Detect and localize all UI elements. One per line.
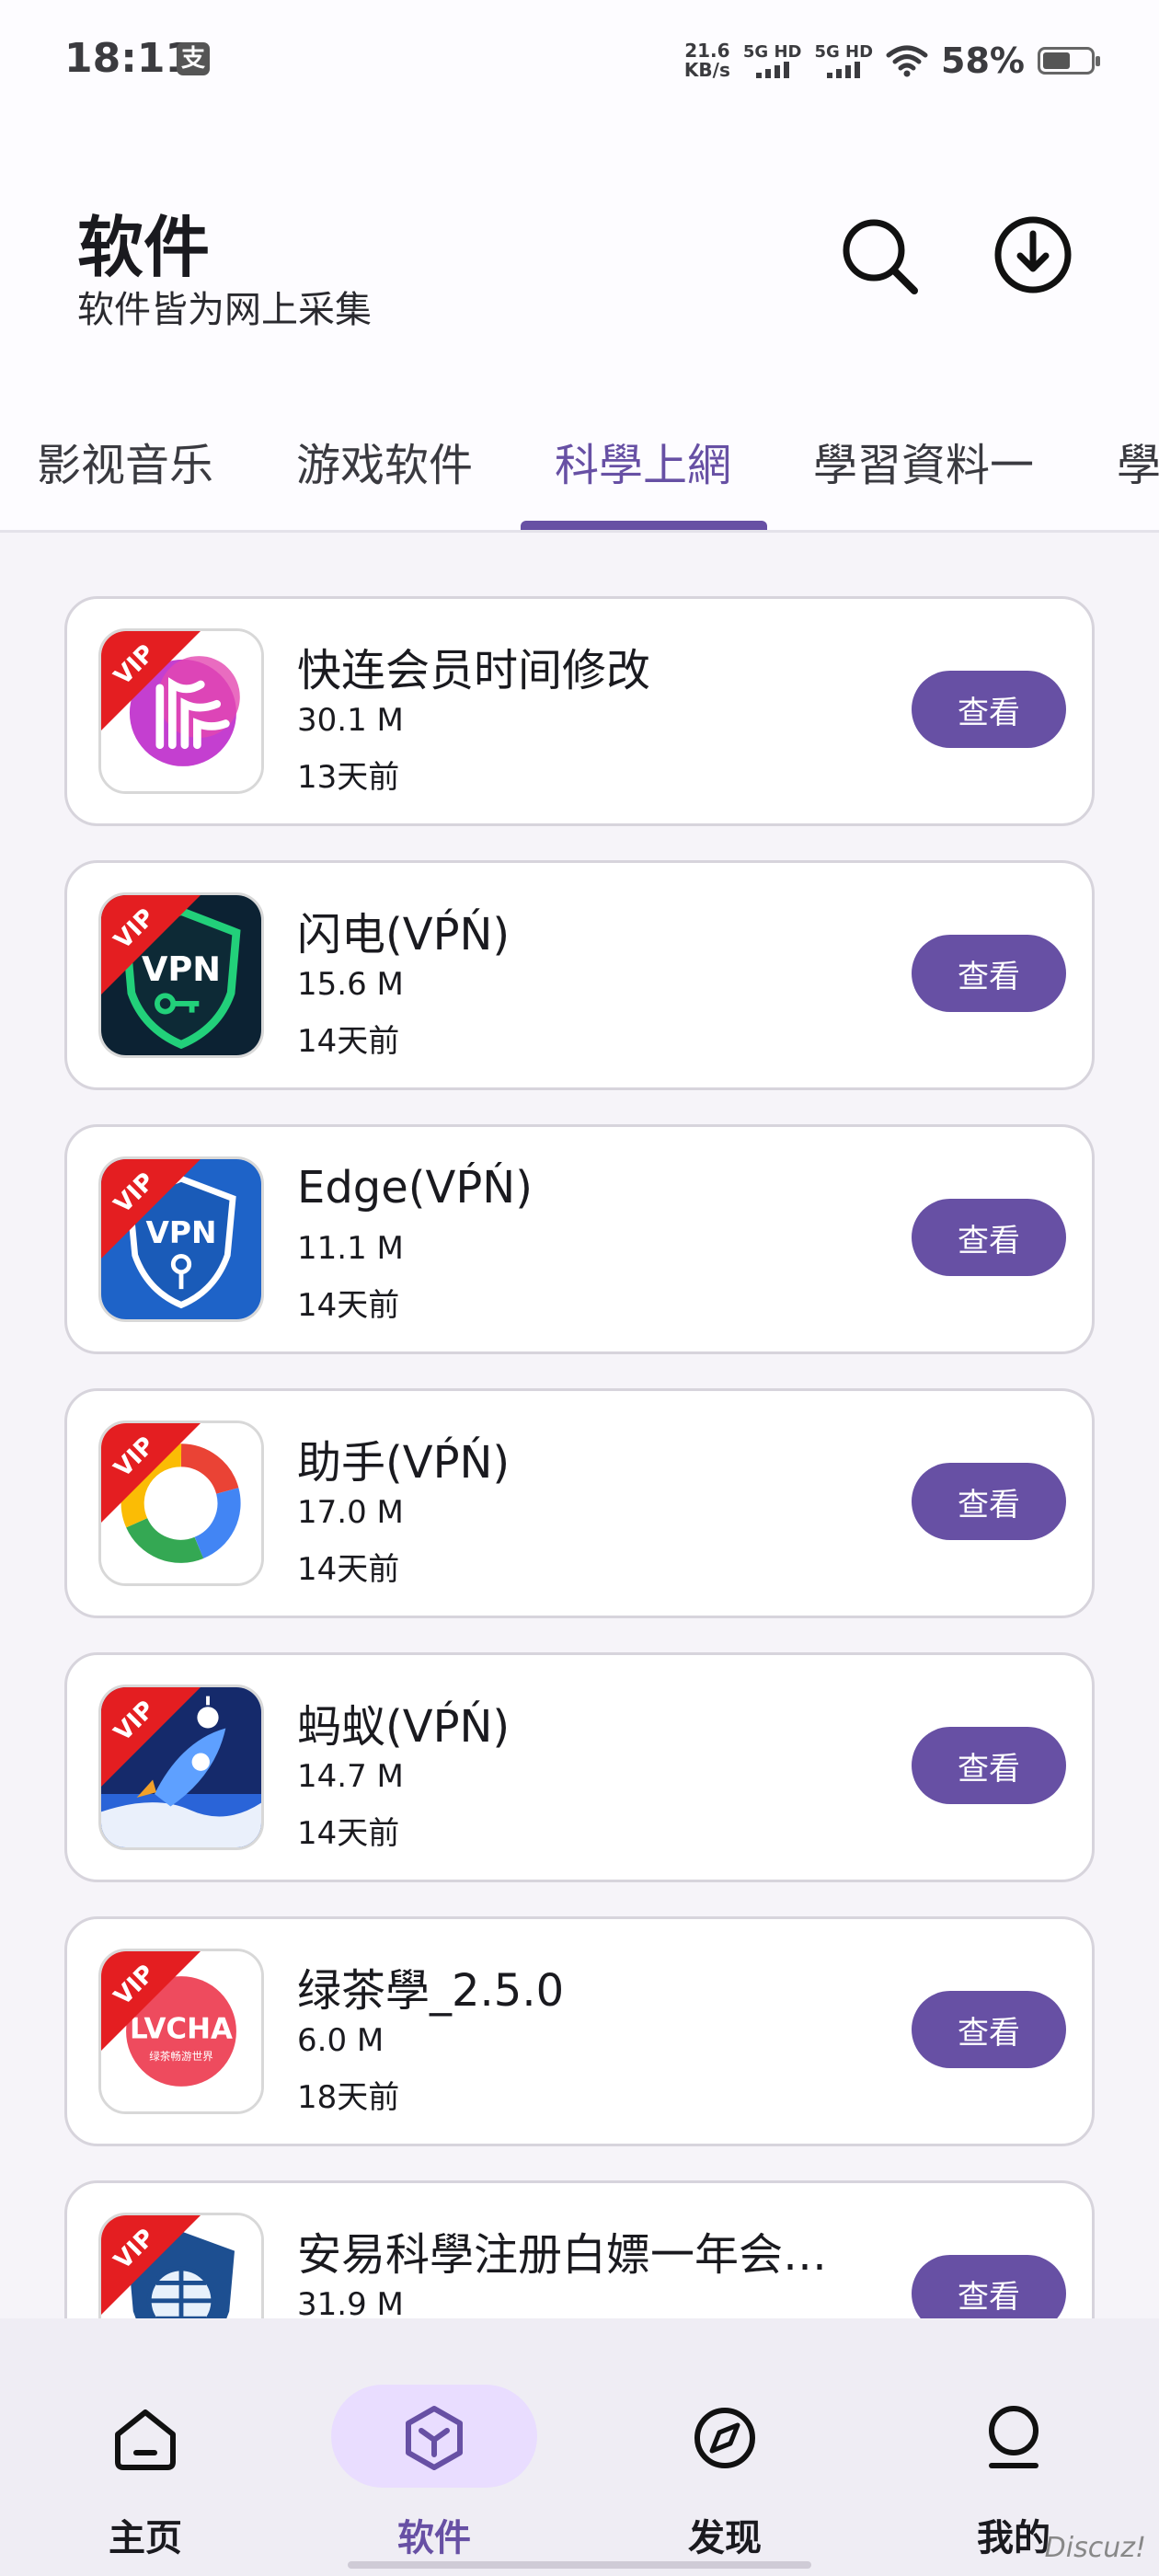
app-date: 14天前 (297, 1551, 400, 1588)
cube-icon (406, 2406, 463, 2470)
download-button[interactable] (982, 204, 1084, 305)
nav-profile[interactable]: 我的 (903, 2346, 1124, 2559)
view-button[interactable]: 查看 (912, 1463, 1066, 1540)
status-time: 18:11 (64, 35, 194, 82)
app-size: 11.1 M (297, 1230, 404, 1267)
search-icon (843, 219, 918, 294)
nav-label: 主页 (109, 2517, 182, 2559)
vip-ribbon (101, 2215, 201, 2315)
view-button[interactable]: 查看 (912, 935, 1066, 1012)
app-date: 14天前 (297, 1287, 400, 1324)
app-name: 闪电(VṔŃ) (297, 909, 511, 960)
tab-study-materials[interactable]: 學習資料一 (813, 429, 1034, 493)
download-icon (994, 216, 1072, 293)
battery-percent: 58% (941, 40, 1025, 81)
page-title: 软件 (77, 209, 211, 286)
vip-ribbon (101, 1687, 201, 1787)
app-name: 快连会员时间修改 (297, 645, 651, 696)
view-button[interactable]: 查看 (912, 1199, 1066, 1276)
nav-software[interactable]: 软件 (324, 2346, 545, 2559)
view-button[interactable]: 查看 (912, 1991, 1066, 2068)
tab-proxy[interactable]: 科學上網 (555, 429, 731, 493)
vip-ribbon (101, 1423, 201, 1523)
app-name: 助手(VṔŃ) (297, 1437, 511, 1489)
sim2-signal-icon: 5G HD (814, 43, 873, 78)
home-icon (115, 2409, 176, 2470)
status-bar: 18:11 支 21.6 KB/s 5G HD 5G HD 58% (0, 0, 1159, 129)
app-card[interactable]: LVCHA 绿茶畅游世界 VIP 绿茶學_2.5.0 6.0 M 18天前 查看 (64, 1916, 1095, 2146)
page-subtitle: 软件皆为网上采集 (77, 289, 372, 331)
tab-games-software[interactable]: 游戏软件 (296, 429, 473, 493)
wifi-icon (886, 45, 928, 77)
nav-label: 软件 (397, 2517, 471, 2559)
app-date: 13天前 (297, 759, 400, 796)
app-size: 30.1 M (297, 702, 404, 739)
search-button[interactable] (828, 204, 929, 305)
vip-ribbon (101, 895, 201, 995)
app-size: 15.6 M (297, 966, 404, 1003)
app-size: 31.9 M (297, 2286, 404, 2323)
app-date: 14天前 (297, 1023, 400, 1060)
lvcha-icon: LVCHA 绿茶畅游世界 VIP (98, 1949, 264, 2114)
alipay-notification-icon: 支 (177, 42, 210, 75)
view-button[interactable]: 查看 (912, 1727, 1066, 1804)
app-card[interactable]: VPN VIP Edge(VṔŃ) 11.1 M 14天前 查看 (64, 1124, 1095, 1354)
app-name: Edge(VṔŃ) (297, 1162, 533, 1213)
category-tabs: 影视音乐 游戏软件 科學上網 學習資料一 學 (0, 396, 1159, 533)
app-name: 绿茶學_2.5.0 (297, 1965, 565, 2017)
app-size: 6.0 M (297, 2022, 384, 2059)
app-name: 安易科學注册白嫖一年会… (297, 2229, 828, 2281)
app-name: 蚂蚁(VṔŃ) (297, 1701, 511, 1753)
compass-icon (694, 2408, 755, 2468)
sim1-signal-icon: 5G HD (743, 43, 801, 78)
google-ring-icon: VIP (98, 1420, 264, 1586)
battery-icon (1038, 47, 1100, 75)
vip-ribbon (101, 1951, 201, 2051)
vip-ribbon (101, 1159, 201, 1259)
app-date: 18天前 (297, 2079, 400, 2116)
vip-ribbon (101, 631, 201, 730)
app-card[interactable]: VIP 快连会员时间修改 30.1 M 13天前 查看 (64, 596, 1095, 826)
profile-icon (989, 2406, 1039, 2468)
vpn-shield-green-icon: VPN VIP (98, 892, 264, 1058)
view-button[interactable]: 查看 (912, 671, 1066, 748)
letsvpn-icon: VIP (98, 628, 264, 794)
nav-discover[interactable]: 发现 (614, 2346, 835, 2559)
network-speed: 21.6 KB/s (683, 40, 730, 81)
app-card[interactable]: VIP 蚂蚁(VṔŃ) 14.7 M 14天前 查看 (64, 1652, 1095, 1882)
app-card[interactable]: VPN VIP 闪电(VṔŃ) 15.6 M 14天前 查看 (64, 860, 1095, 1090)
nav-home[interactable]: 主页 (35, 2346, 256, 2559)
rocket-icon: VIP (98, 1685, 264, 1850)
svg-text:绿茶畅游世界: 绿茶畅游世界 (149, 2050, 213, 2063)
watermark: Discuz! (1044, 2532, 1146, 2564)
tab-indicator (521, 521, 767, 530)
bottom-nav: 主页 软件 发现 我的 (0, 2318, 1159, 2576)
vpn-shield-blue-icon: VPN VIP (98, 1156, 264, 1322)
app-date: 14天前 (297, 1815, 400, 1852)
status-indicators: 21.6 KB/s 5G HD 5G HD 58% (683, 33, 1100, 88)
nav-label: 发现 (688, 2517, 762, 2559)
tab-movies-music[interactable]: 影视音乐 (37, 429, 213, 493)
home-indicator (348, 2561, 811, 2569)
app-size: 14.7 M (297, 1758, 404, 1795)
tab-more[interactable]: 學 (1117, 429, 1159, 493)
app-card[interactable]: VIP 助手(VṔŃ) 17.0 M 14天前 查看 (64, 1388, 1095, 1618)
app-size: 17.0 M (297, 1494, 404, 1531)
battery-fill (1043, 52, 1070, 69)
page-header: 软件 软件皆为网上采集 (0, 129, 1159, 396)
